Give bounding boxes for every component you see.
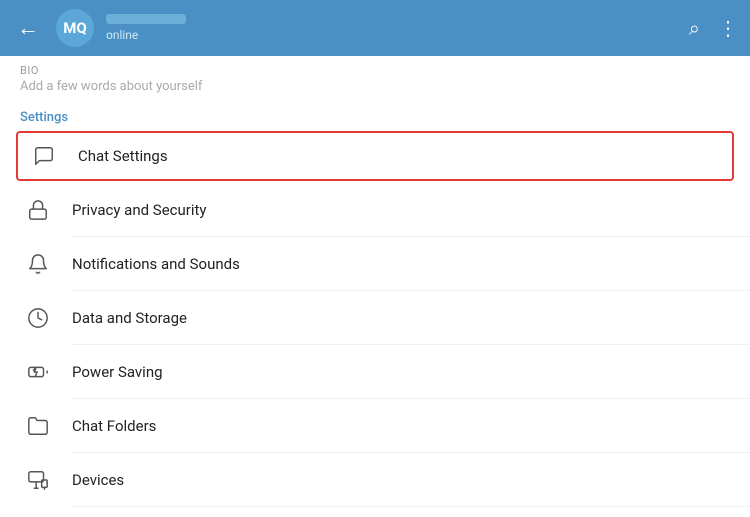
topbar-actions: ⌕ ⋮ <box>689 16 738 40</box>
search-icon[interactable]: ⌕ <box>689 16 700 40</box>
folder-icon <box>20 415 56 437</box>
chat-folders-label: Chat Folders <box>72 417 730 435</box>
menu-item-notifications[interactable]: Notifications and Sounds <box>0 237 750 291</box>
data-storage-label: Data and Storage <box>72 309 730 327</box>
more-icon[interactable]: ⋮ <box>718 16 738 40</box>
menu-item-power[interactable]: Power Saving <box>0 345 750 399</box>
chat-settings-label: Chat Settings <box>78 147 724 165</box>
menu-item-language[interactable]: Language English <box>0 507 750 517</box>
bio-placeholder: Add a few words about yourself <box>20 79 730 94</box>
clock-icon <box>20 307 56 329</box>
menu-item-data[interactable]: Data and Storage <box>0 291 750 345</box>
menu-item-devices[interactable]: Devices <box>0 453 750 507</box>
power-saving-label: Power Saving <box>72 363 730 381</box>
content-area: BIO Add a few words about yourself Setti… <box>0 56 750 517</box>
notifications-label: Notifications and Sounds <box>72 255 730 273</box>
chat-icon <box>26 145 62 167</box>
bell-icon <box>20 253 56 275</box>
settings-group-label: Settings <box>0 100 750 129</box>
privacy-label: Privacy and Security <box>72 201 730 219</box>
menu-item-chat-settings[interactable]: Chat Settings <box>16 131 734 181</box>
menu-item-folders[interactable]: Chat Folders <box>0 399 750 453</box>
username-bar <box>106 14 186 24</box>
back-button[interactable]: ← <box>12 15 44 41</box>
user-status: online <box>106 28 677 42</box>
user-info: online <box>106 14 677 42</box>
monitor-icon <box>20 469 56 491</box>
settings-section: Settings Chat Settings Privacy and Secur… <box>0 100 750 517</box>
bio-label: BIO <box>20 64 730 77</box>
bio-section: BIO Add a few words about yourself <box>0 56 750 100</box>
avatar: MQ <box>56 9 94 47</box>
battery-icon <box>20 361 56 383</box>
menu-item-privacy[interactable]: Privacy and Security <box>0 183 750 237</box>
devices-label: Devices <box>72 471 730 489</box>
lock-icon <box>20 199 56 221</box>
topbar: ← MQ online ⌕ ⋮ <box>0 0 750 56</box>
